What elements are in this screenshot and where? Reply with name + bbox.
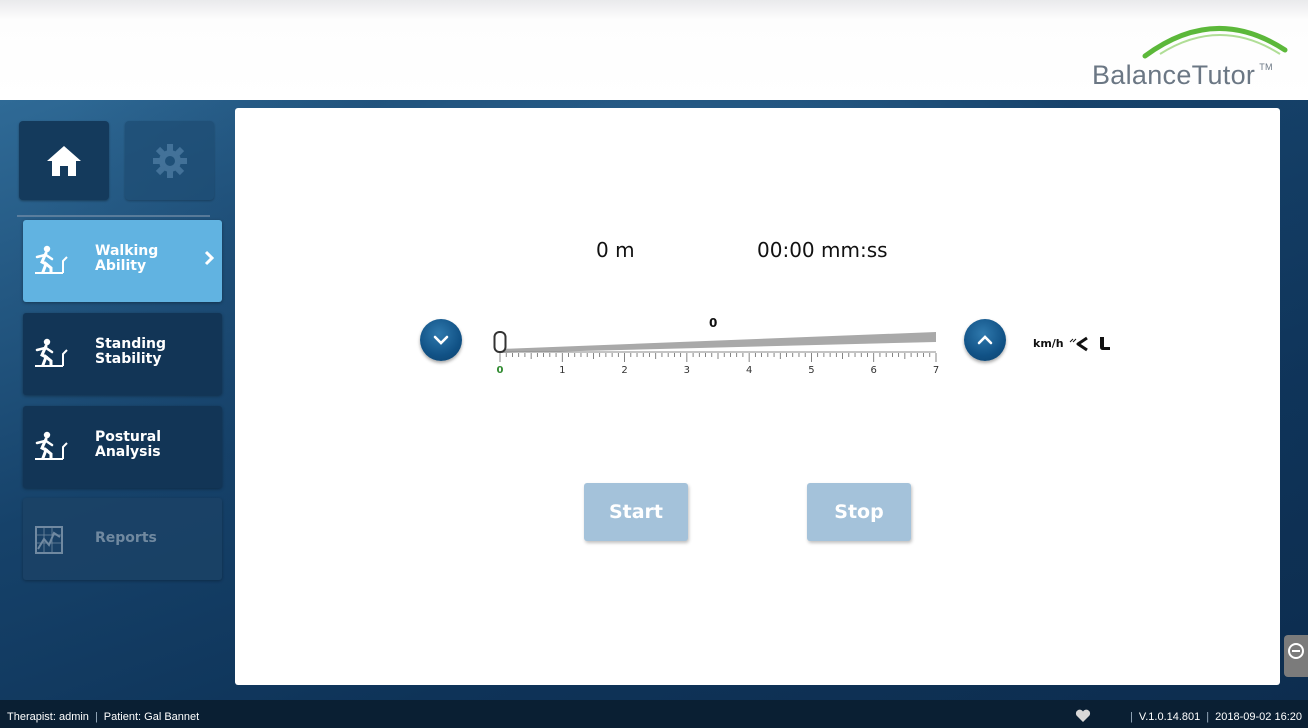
treadmill-walker-icon [35,245,68,274]
sidebar-item-standing-stability[interactable]: Standing Stability [23,313,222,395]
status-bar: Therapist: admin | Patient: Gal Bannet | V.… [0,700,1308,728]
logo-arc-icon [1142,25,1288,59]
speed-tick-label: 2 [621,365,627,376]
chevron-down-icon [433,335,449,345]
treadmill-walker-icon [35,431,68,460]
sidebar: Walking Ability Standing Stability Postu… [0,100,235,700]
speed-tick-label: 3 [684,365,690,376]
patient-label: Patient: Gal Bannet [103,711,200,723]
treadmill-walker-icon [35,338,68,367]
app-header: BalanceTutor TM [0,0,1308,100]
session-info: Therapist: admin | Patient: Gal Bannet [7,711,200,723]
collapse-icon [1288,643,1304,659]
speed-tick-label: 4 [746,365,752,376]
version-label: V.1.0.14.801 [1138,711,1201,723]
stop-button[interactable]: Stop [807,483,911,541]
backward-arrow-icon [1070,336,1089,352]
sidebar-item-walking-ability[interactable]: Walking Ability [23,220,222,302]
brand-name: BalanceTutor [1092,60,1256,90]
distance-readout: 0 m [596,238,635,262]
speed-unit: km/h [1033,337,1064,350]
speed-tick-label: 5 [808,365,814,376]
sidebar-item-label: Standing Stability [95,336,166,367]
boot-icon [1100,337,1111,350]
chevron-right-icon [204,250,214,266]
chart-icon [35,526,63,554]
trademark: TM [1259,62,1273,72]
datetime-label: 2018-09-02 16:20 [1215,711,1302,723]
chevron-up-icon [977,335,993,345]
speed-unit-group: km/h [1033,336,1111,352]
main-panel: 0 m 00:00 mm:ss 0 0 1 2 3 4 5 6 7 km/h Start St… [235,108,1280,685]
sidebar-divider [17,215,210,217]
therapist-label: Therapist: admin [7,711,89,723]
heart-icon [1075,709,1091,722]
home-icon [47,145,81,176]
sidebar-item-reports[interactable]: Reports [23,498,222,580]
speed-decrease-button[interactable] [420,319,462,361]
sidebar-item-postural-analysis[interactable]: Postural Analysis [23,406,222,488]
speed-tick-label: 6 [871,365,877,376]
version-info: | V.1.0.14.801 | 2018-09-02 16:20 [1130,711,1302,723]
sidebar-item-label: Walking Ability [95,243,159,274]
duration-readout: 00:00 mm:ss [757,238,888,262]
sidebar-item-label: Postural Analysis [95,429,162,460]
speed-slider-thumb[interactable] [493,331,507,353]
speed-tick-label: 0 [497,365,504,376]
settings-button[interactable] [125,121,214,200]
brand-logo: BalanceTutor TM [1092,60,1273,91]
sidebar-item-label: Reports [95,530,157,546]
speed-tick-label: 7 [933,365,939,376]
home-button[interactable] [19,121,109,200]
side-panel-handle[interactable] [1284,635,1308,677]
gear-icon [152,143,187,178]
start-button[interactable]: Start [584,483,688,541]
speed-tick-label: 1 [559,365,565,376]
speed-slider[interactable]: 0 1 2 3 4 5 6 7 [490,326,945,376]
speed-ramp [500,332,936,353]
speed-increase-button[interactable] [964,319,1006,361]
